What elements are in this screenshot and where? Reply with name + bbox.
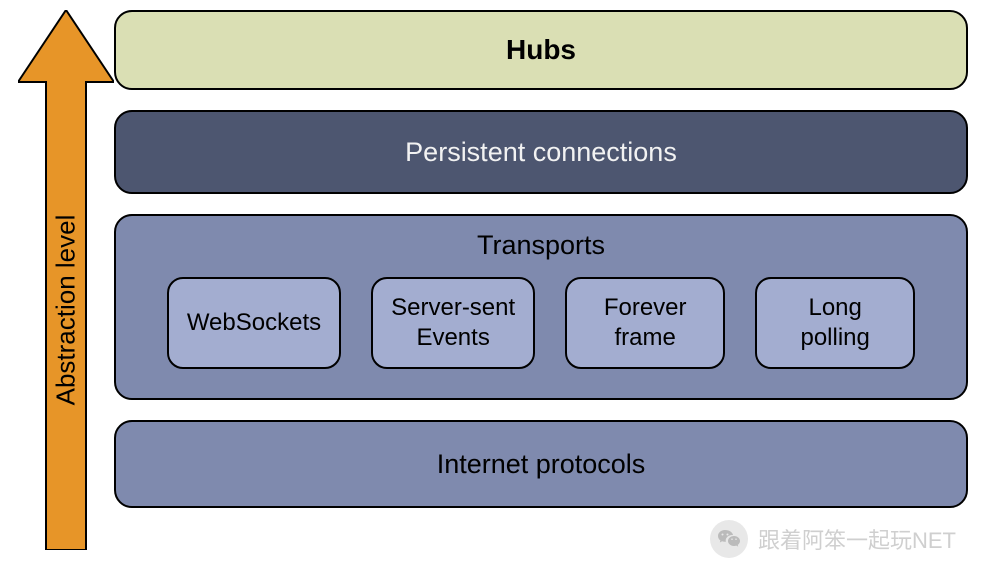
transport-items-row: WebSockets Server-sentEvents Foreverfram… [128, 277, 954, 369]
layer-hubs-label: Hubs [506, 34, 576, 66]
diagram-container: Abstraction level Hubs Persistent connec… [18, 10, 968, 550]
transport-long-polling: Longpolling [755, 277, 915, 369]
layer-transports-label: Transports [477, 230, 605, 261]
chat-bubble-icon [717, 527, 741, 551]
layer-persistent-connections: Persistent connections [114, 110, 968, 194]
layer-transports: Transports WebSockets Server-sentEvents … [114, 214, 968, 400]
layer-internet-label: Internet protocols [437, 449, 646, 480]
transport-forever-frame: Foreverframe [565, 277, 725, 369]
transport-websockets: WebSockets [167, 277, 341, 369]
watermark-text: 跟着阿笨一起玩NET [758, 523, 956, 555]
layer-internet-protocols: Internet protocols [114, 420, 968, 508]
layer-stack: Hubs Persistent connections Transports W… [114, 10, 968, 508]
watermark: 跟着阿笨一起玩NET [710, 520, 956, 558]
layer-hubs: Hubs [114, 10, 968, 90]
layer-persistent-label: Persistent connections [405, 137, 677, 168]
arrow-label: Abstraction level [51, 215, 82, 406]
abstraction-arrow: Abstraction level [18, 10, 108, 550]
wechat-icon [710, 520, 748, 558]
transport-server-sent-events: Server-sentEvents [371, 277, 535, 369]
